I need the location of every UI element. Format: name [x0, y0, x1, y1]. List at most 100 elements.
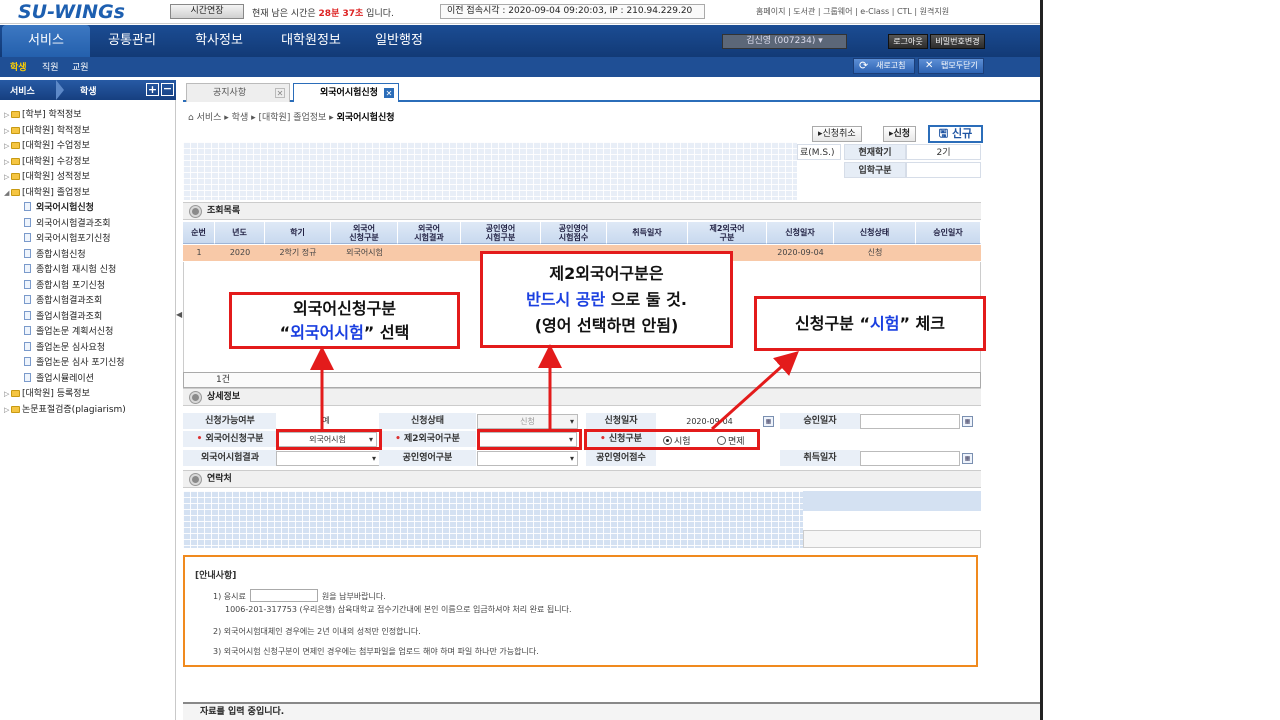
nav-tab-service[interactable]: 서비스	[2, 25, 90, 57]
column-header[interactable]: 공인영어 시험구분	[461, 222, 541, 244]
apply-possible-value: 예	[276, 413, 376, 428]
nav-tab-common[interactable]: 공통관리	[90, 25, 174, 57]
acquire-date-field[interactable]	[860, 451, 960, 466]
sidebar-item[interactable]: 외국어시험신청	[24, 200, 94, 213]
logout-button[interactable]: 로그아웃	[888, 34, 928, 49]
column-header[interactable]: 공인영어 시험점수	[541, 222, 607, 244]
sidebar-item[interactable]: ▷ [대학원] 성적정보	[4, 169, 90, 182]
sidebar-item[interactable]: 외국어시험포기신청	[24, 231, 111, 244]
column-header[interactable]: 외국어 시험결과	[398, 222, 461, 244]
blank-area	[1043, 0, 1280, 720]
status-label: 신청상태	[379, 413, 476, 429]
nav-tab-admin[interactable]: 일반행정	[358, 25, 440, 57]
sidebar-item-label: 졸업논문 심사 포기신청	[36, 358, 125, 368]
nav-tab-graduate[interactable]: 대학원정보	[264, 25, 358, 57]
expand-arrow-icon[interactable]: ▷	[4, 390, 11, 398]
column-header[interactable]: 승인일자	[916, 222, 981, 244]
new-button[interactable]: 🖫 신규	[928, 125, 983, 143]
calendar-icon[interactable]: ▦	[962, 416, 973, 427]
sidebar-item[interactable]: 졸업논문 심사요청	[24, 340, 105, 353]
fee-input	[249, 589, 318, 602]
status-select[interactable]: 신청	[477, 414, 578, 429]
document-icon	[24, 248, 31, 258]
subnav-staff[interactable]: 직원	[42, 60, 59, 73]
eng-type-label: 공인영어구분	[379, 450, 476, 466]
close-icon[interactable]: ✕	[275, 88, 285, 98]
expand-arrow-icon[interactable]: ▷	[4, 158, 11, 166]
column-header[interactable]: 취득일자	[607, 222, 688, 244]
subnav-faculty[interactable]: 교원	[72, 60, 89, 73]
column-header[interactable]: 신청일자	[767, 222, 834, 244]
column-header[interactable]: 외국어 신청구분	[331, 222, 398, 244]
sidebar-item[interactable]: ▷ [대학원] 수업정보	[4, 138, 90, 151]
detail-section-title: 상세정보	[183, 388, 981, 406]
sidebar-item-label: 졸업논문 심사요청	[36, 342, 106, 353]
sidebar-item[interactable]: ▷ [학부] 학적정보	[4, 107, 82, 120]
refresh-button[interactable]: ⟳ 새로고침	[853, 58, 915, 74]
sidebar-item[interactable]: 졸업시험결과조회	[24, 309, 102, 322]
sidebar-item-label: 종합시험 포기신청	[36, 280, 106, 291]
sidebar-item[interactable]: ▷ [대학원] 등록정보	[4, 386, 90, 399]
lang-apply-type-label-text: 외국어신청구분	[205, 434, 264, 444]
sidebar-item[interactable]: ▷ [대학원] 학적정보	[4, 123, 90, 136]
top-links[interactable]: 홈페이지 | 도서관 | 그룹웨어 | e-Class | CTL | 원격지원	[756, 6, 949, 17]
sidebar-item-label: 종합시험 재시험 신청	[36, 265, 117, 275]
home-icon[interactable]: ⌂	[188, 113, 194, 123]
tab-notice[interactable]: 공지사항 ✕	[186, 83, 290, 102]
sidebar-item[interactable]: 외국어시험결과조회	[24, 216, 111, 229]
approve-date-field[interactable]	[860, 414, 960, 429]
user-select[interactable]: 김신영 (007234) ▾	[722, 34, 847, 49]
expand-arrow-icon[interactable]: ▷	[4, 406, 11, 414]
apply-cancel-button[interactable]: ▸신청취소	[812, 126, 862, 142]
close-icon[interactable]: ✕	[384, 88, 394, 98]
column-header[interactable]: 학기	[265, 222, 331, 244]
notice-fee-suffix: 원을 납부바랍니다.	[321, 592, 386, 601]
document-icon	[24, 233, 31, 242]
apply-date-field[interactable]: 2020-09-04	[659, 414, 760, 429]
sidebar-item[interactable]: 졸업논문 계획서신청	[24, 324, 113, 337]
column-header[interactable]: 신청상태	[834, 222, 916, 244]
sidebar-item[interactable]: 졸업시뮬레이션	[24, 371, 94, 384]
sidebar-item[interactable]: 종합시험결과조회	[24, 293, 102, 306]
apply-button[interactable]: ▸신청	[883, 126, 917, 142]
nav-tab-academic[interactable]: 학사정보	[174, 25, 264, 57]
sidebar-item[interactable]: 종합시험신청	[24, 247, 86, 260]
status-bar: 자료를 입력 중입니다.	[183, 702, 1040, 720]
sidebar-item[interactable]: ◢ [대학원] 졸업정보	[4, 185, 90, 198]
tab-foreign-exam[interactable]: 외국어시험신청 ✕	[293, 83, 399, 102]
contact-row-fill	[803, 491, 981, 511]
expand-arrow-icon[interactable]: ▷	[4, 127, 11, 135]
document-icon	[24, 264, 31, 273]
sidebar-item[interactable]: 종합시험 포기신청	[24, 278, 105, 291]
eng-type-select[interactable]	[477, 451, 578, 466]
folder-icon	[11, 188, 20, 196]
sidebar-collapse-icon[interactable]: ◀	[176, 310, 182, 340]
redacted-contact-info	[183, 491, 803, 548]
collapse-all-icon[interactable]: −	[161, 83, 174, 96]
expand-arrow-icon[interactable]: ◢	[4, 189, 11, 197]
sidebar-item[interactable]: ▷ 논문표절검증(plagiarism)	[4, 402, 126, 415]
time-extend-button[interactable]: 시간연장	[170, 4, 244, 19]
expand-arrow-icon[interactable]: ▷	[4, 173, 11, 181]
sidebar-item[interactable]: 졸업논문 심사 포기신청	[24, 355, 125, 368]
calendar-icon[interactable]: ▦	[962, 453, 973, 464]
list-count-bar: 1건	[183, 372, 981, 388]
eng-score-field[interactable]	[659, 451, 759, 466]
folder-icon	[11, 390, 20, 397]
expand-arrow-icon[interactable]: ▷	[4, 142, 11, 150]
sidebar-item[interactable]: ▷ [대학원] 수강정보	[4, 154, 90, 167]
table-cell: 2020-09-04	[767, 245, 834, 261]
lang-result-select[interactable]	[276, 451, 380, 466]
column-header[interactable]: 제2외국어 구분	[688, 222, 767, 244]
subnav-student[interactable]: 학생	[10, 60, 27, 73]
close-all-tabs-button[interactable]: ✕ 탭모두닫기	[918, 58, 984, 74]
content-tabs: 공지사항 ✕ 외국어시험신청 ✕	[183, 80, 1040, 102]
expand-arrow-icon[interactable]: ▷	[4, 111, 11, 119]
callout2-line2: 반드시 공란 으로 둘 것.	[483, 287, 730, 313]
calendar-icon[interactable]: ▦	[763, 416, 774, 427]
column-header[interactable]: 순번	[183, 222, 215, 244]
change-password-button[interactable]: 비밀번호변경	[930, 34, 985, 49]
expand-all-icon[interactable]: +	[146, 83, 159, 96]
column-header[interactable]: 년도	[215, 222, 265, 244]
sidebar-item[interactable]: 종합시험 재시험 신청	[24, 262, 116, 275]
